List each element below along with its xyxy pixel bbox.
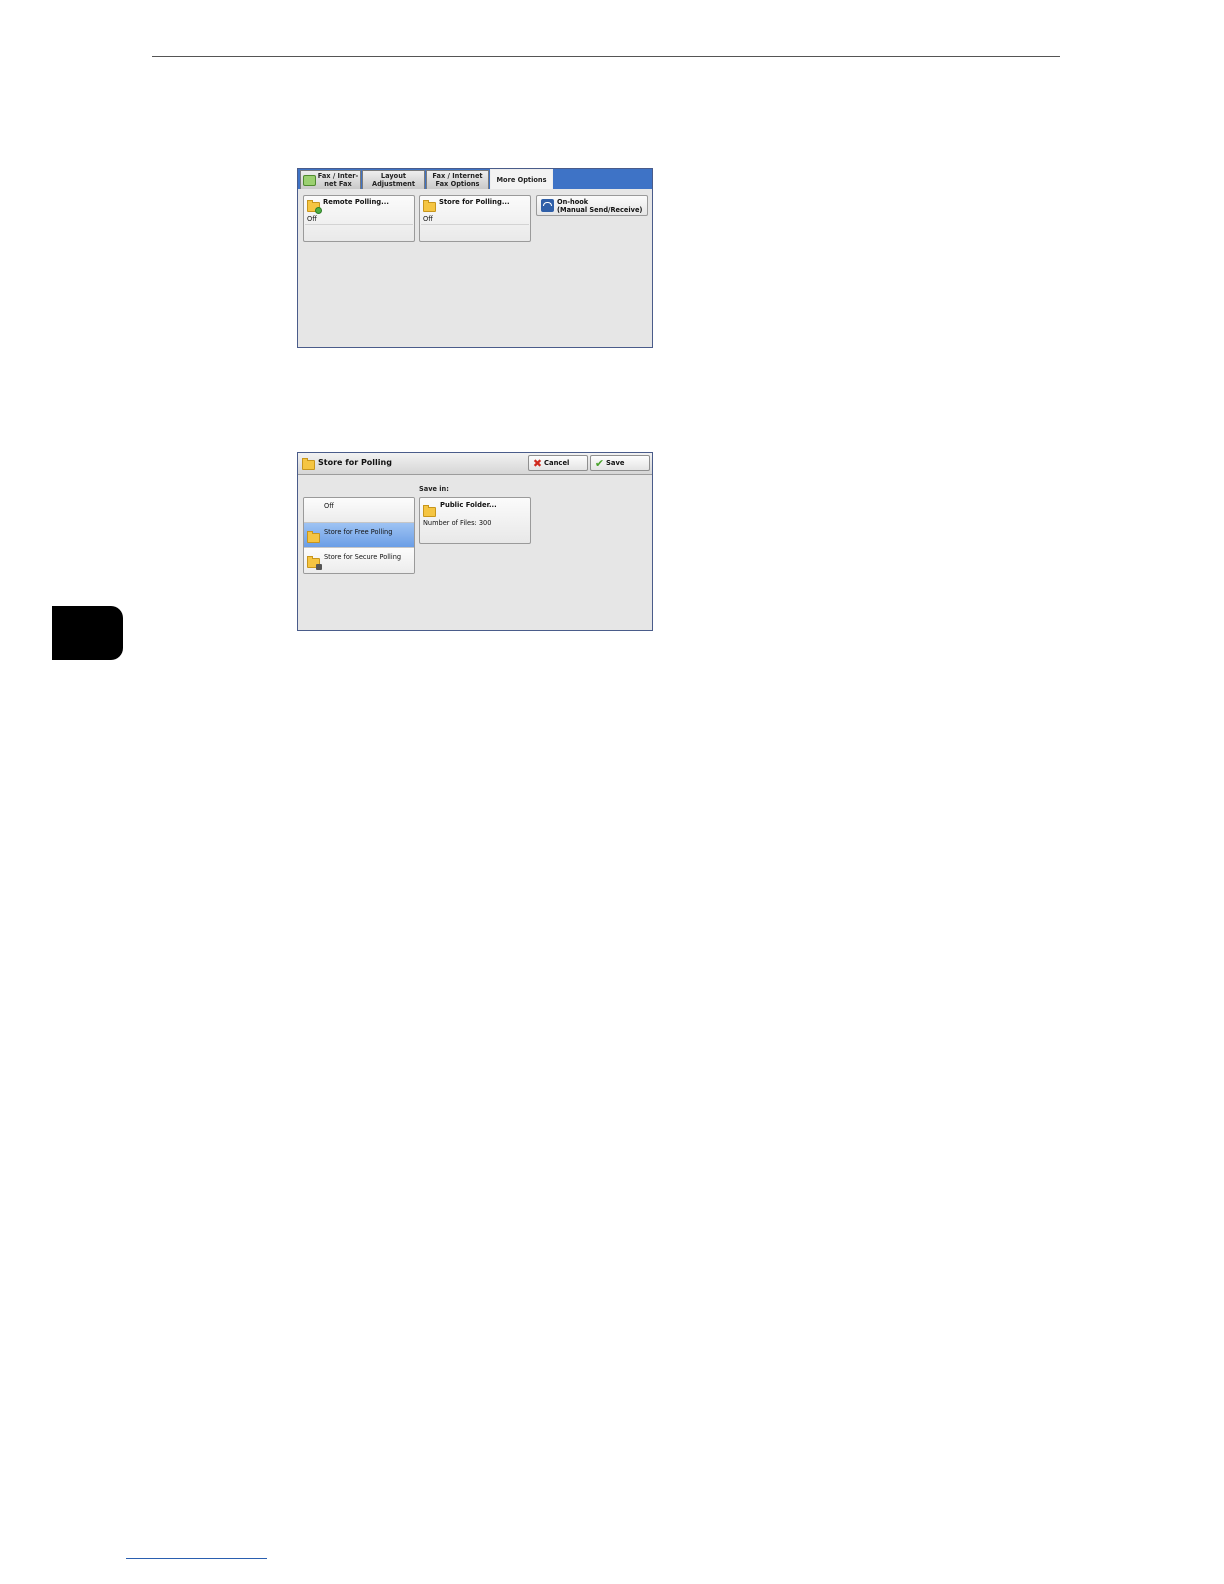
chapter-tab-marker <box>52 606 123 660</box>
tab-bar: Fax / Inter- net Fax Layout Adjustment F… <box>298 169 652 189</box>
option-store-for-free-polling[interactable]: Store for Free Polling <box>304 523 414 548</box>
free-polling-icon <box>307 530 321 544</box>
tab-more-options[interactable]: More Options <box>490 169 553 189</box>
cancel-x-icon: ✖ <box>532 457 543 470</box>
telephone-icon <box>541 199 554 212</box>
footer-link-rule <box>126 1558 267 1559</box>
store-for-polling-screen: Store for Polling ✖ Cancel ✔ Save Off St… <box>297 452 653 631</box>
remote-polling-value: Off <box>307 215 317 223</box>
save-button[interactable]: ✔ Save <box>590 455 650 471</box>
header-rule <box>152 56 1060 57</box>
store-for-polling-value: Off <box>423 215 433 223</box>
store-for-polling-title-icon <box>302 457 316 471</box>
save-check-icon: ✔ <box>594 457 605 470</box>
save-in-label: Save in: <box>419 485 449 493</box>
dialog-title: Store for Polling <box>318 458 392 467</box>
on-hook-button[interactable]: On-hook (Manual Send/Receive) <box>536 195 648 216</box>
tab-fax-options[interactable]: Fax / Internet Fax Options <box>426 170 489 189</box>
secure-polling-lock-icon <box>307 555 322 570</box>
store-for-polling-button[interactable]: Store for Polling... Off <box>419 195 531 242</box>
public-folder-button[interactable]: Public Folder... Number of Files: 300 <box>419 497 531 544</box>
store-for-polling-icon <box>423 199 437 213</box>
public-folder-icon <box>423 504 437 518</box>
fax-tab-icon <box>302 174 316 186</box>
remote-polling-icon <box>307 199 322 214</box>
tab-fax-internet-fax[interactable]: Fax / Inter- net Fax <box>300 170 361 189</box>
more-options-screen: Fax / Inter- net Fax Layout Adjustment F… <box>297 168 653 348</box>
option-off[interactable]: Off <box>304 498 414 523</box>
dialog-header: Store for Polling ✖ Cancel ✔ Save <box>298 453 652 475</box>
option-store-for-secure-polling[interactable]: Store for Secure Polling <box>304 548 414 573</box>
tab-layout-adjustment[interactable]: Layout Adjustment <box>362 170 425 189</box>
number-of-files: Number of Files: 300 <box>423 519 492 527</box>
polling-option-list: Off Store for Free Polling Store for Sec… <box>303 497 415 574</box>
cancel-button[interactable]: ✖ Cancel <box>528 455 588 471</box>
remote-polling-button[interactable]: Remote Polling... Off <box>303 195 415 242</box>
